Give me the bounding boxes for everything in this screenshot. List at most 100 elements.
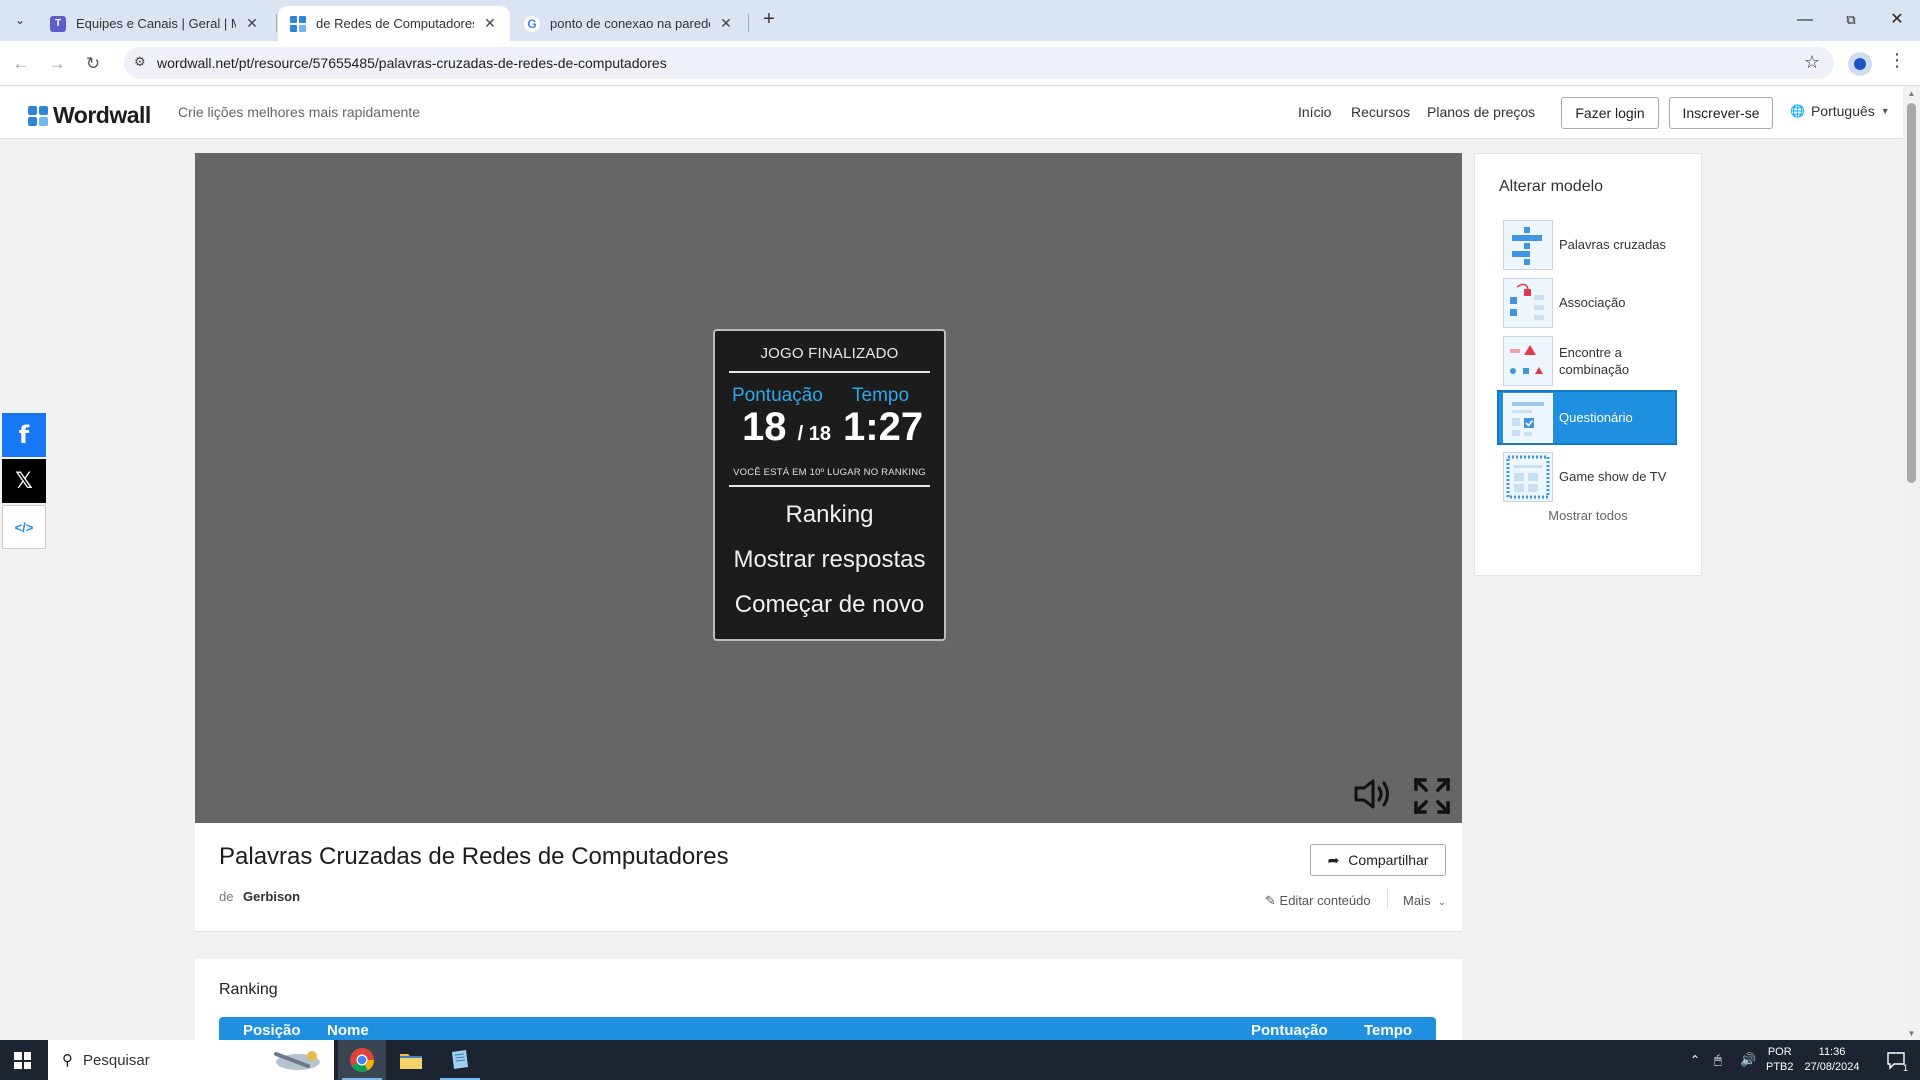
windows-taskbar: ⚲ Pesquisar ⌃ 🖱 🔊 POR PTB2 11:36 27/08/2… bbox=[0, 1040, 1920, 1080]
crossword-icon bbox=[1503, 219, 1553, 270]
page-scrollbar[interactable]: ▲ ▼ bbox=[1903, 87, 1920, 1040]
taskbar-file-explorer[interactable] bbox=[387, 1040, 435, 1080]
share-button[interactable]: ➦ Compartilhar bbox=[1310, 844, 1446, 876]
by-label: de bbox=[219, 889, 234, 904]
facebook-share-icon[interactable]: f bbox=[2, 413, 46, 457]
bookmark-star-icon[interactable]: ☆ bbox=[1804, 52, 1820, 73]
show-answers-button[interactable]: Mostrar respostas bbox=[715, 546, 944, 574]
notification-center-icon[interactable]: 1 bbox=[1878, 1040, 1914, 1080]
network-icon[interactable]: 🖱 bbox=[1714, 1040, 1722, 1080]
ranking-button[interactable]: Ranking bbox=[715, 501, 944, 529]
new-tab-plus-icon[interactable]: + bbox=[758, 9, 780, 31]
globe-icon: 🌐 bbox=[1790, 104, 1805, 118]
ranking-card: Ranking Posição Nome Pontuação Tempo bbox=[195, 959, 1462, 1040]
taskbar-app[interactable] bbox=[436, 1040, 484, 1080]
close-window-icon[interactable]: ✕ bbox=[1874, 8, 1920, 32]
template-quiz[interactable]: Questionário bbox=[1497, 390, 1677, 445]
tab-separator bbox=[276, 14, 277, 32]
scroll-up-arrow-icon[interactable]: ▲ bbox=[1903, 89, 1920, 98]
col-score: Pontuação bbox=[1251, 1022, 1328, 1039]
forward-arrow-icon[interactable]: → bbox=[44, 51, 70, 77]
browser-toolbar: ← → ↻ ⚙ wordwall.net/pt/resource/5765548… bbox=[0, 41, 1920, 86]
profile-avatar-icon[interactable] bbox=[1848, 52, 1872, 76]
tab-close-icon[interactable]: ✕ bbox=[482, 15, 498, 32]
search-icon: ⚲ bbox=[62, 1052, 73, 1069]
divider bbox=[1387, 889, 1388, 909]
game-result-panel: JOGO FINALIZADO Pontuação Tempo 18 / 18 … bbox=[713, 329, 946, 641]
find-the-match-icon bbox=[1503, 335, 1553, 386]
language-selector[interactable]: 🌐 Português ▼ bbox=[1790, 103, 1890, 119]
template-panel-title: Alterar modelo bbox=[1499, 178, 1604, 195]
windows-start-icon[interactable] bbox=[14, 1052, 31, 1069]
search-highlight-image bbox=[274, 1051, 320, 1070]
template-label: Palavras cruzadas bbox=[1559, 237, 1666, 252]
activity-title: Palavras Cruzadas de Redes de Computador… bbox=[219, 843, 729, 870]
system-clock[interactable]: 11:36 27/08/2024 bbox=[1800, 1040, 1864, 1080]
tab-teams[interactable]: T Equipes e Canais | Geral | Micro ✕ bbox=[38, 6, 272, 41]
scroll-down-arrow-icon[interactable]: ▼ bbox=[1903, 1029, 1920, 1038]
edit-content-button[interactable]: ✎ Editar conteúdo bbox=[1265, 893, 1371, 909]
taskbar-search-box[interactable]: ⚲ Pesquisar bbox=[48, 1040, 334, 1080]
reload-icon[interactable]: ↻ bbox=[80, 51, 106, 77]
ranking-table-header: Posição Nome Pontuação Tempo bbox=[219, 1017, 1436, 1040]
folder-icon bbox=[400, 1054, 422, 1069]
wordwall-logo[interactable]: Wordwall bbox=[28, 102, 151, 129]
x-share-icon[interactable]: 𝕏 bbox=[2, 459, 46, 503]
address-bar[interactable]: ⚙ wordwall.net/pt/resource/57655485/pala… bbox=[124, 47, 1834, 79]
clock-time: 11:36 bbox=[1818, 1046, 1846, 1058]
nav-recursos[interactable]: Recursos bbox=[1351, 104, 1410, 120]
tab-separator bbox=[748, 14, 749, 32]
back-arrow-icon[interactable]: ← bbox=[8, 51, 34, 77]
match-up-icon bbox=[1503, 277, 1553, 328]
language-label: Português bbox=[1810, 103, 1875, 119]
tab-google[interactable]: G ponto de conexao na parede ou ✕ bbox=[512, 6, 746, 41]
tab-close-icon[interactable]: ✕ bbox=[718, 15, 734, 32]
nav-inicio[interactable]: Início bbox=[1298, 104, 1331, 120]
restart-button[interactable]: Começar de novo bbox=[715, 591, 944, 619]
minimize-icon[interactable]: — bbox=[1782, 8, 1828, 32]
col-position: Posição bbox=[243, 1022, 301, 1039]
teams-icon: T bbox=[50, 15, 66, 32]
divider bbox=[729, 371, 930, 373]
caret-down-icon: ▼ bbox=[1880, 106, 1890, 116]
template-gameshow[interactable]: Game show de TV bbox=[1499, 449, 1679, 504]
clock-date: 27/08/2024 bbox=[1804, 1061, 1860, 1073]
show-all-templates-link[interactable]: Mostrar todos bbox=[1475, 508, 1701, 523]
game-area[interactable]: JOGO FINALIZADO Pontuação Tempo 18 / 18 … bbox=[195, 153, 1462, 823]
signup-button[interactable]: Inscrever-se bbox=[1669, 97, 1773, 129]
pencil-icon: ✎ bbox=[1265, 893, 1276, 908]
template-match-up[interactable]: Associação bbox=[1499, 275, 1679, 330]
login-button[interactable]: Fazer login bbox=[1561, 97, 1659, 129]
taskbar-chrome[interactable] bbox=[338, 1040, 386, 1080]
tab-search-chevron-icon[interactable]: ⌄ bbox=[10, 10, 30, 30]
template-crossword[interactable]: Palavras cruzadas bbox=[1499, 217, 1679, 272]
site-info-icon[interactable]: ⚙ bbox=[134, 54, 146, 70]
time-value: 1:27 bbox=[843, 405, 924, 449]
tab-close-icon[interactable]: ✕ bbox=[244, 15, 260, 32]
author-link[interactable]: Gerbison bbox=[243, 889, 300, 904]
template-find-the-match[interactable]: Encontre a combinação bbox=[1499, 333, 1679, 388]
input-language-indicator[interactable]: POR PTB2 bbox=[1766, 1040, 1794, 1080]
sound-on-icon[interactable] bbox=[1353, 777, 1393, 811]
browser-menu-icon[interactable]: ⋮ bbox=[1888, 50, 1906, 71]
ranking-title: Ranking bbox=[219, 981, 278, 998]
scrollbar-thumb[interactable] bbox=[1907, 103, 1916, 483]
tab-wordwall[interactable]: de Redes de Computadores - P ✕ bbox=[278, 6, 510, 41]
score-total: / 18 bbox=[797, 423, 831, 445]
url-text[interactable]: wordwall.net/pt/resource/57655485/palavr… bbox=[157, 55, 667, 71]
restore-icon[interactable]: ⧉ bbox=[1828, 8, 1874, 32]
fullscreen-icon[interactable] bbox=[1413, 777, 1451, 815]
share-label: Compartilhar bbox=[1348, 852, 1429, 868]
more-label: Mais bbox=[1403, 893, 1431, 908]
nav-planos[interactable]: Planos de preços bbox=[1427, 104, 1535, 120]
change-template-panel: Alterar modelo Palavras cruzadas Associa… bbox=[1474, 153, 1702, 576]
volume-icon[interactable]: 🔊 bbox=[1740, 1040, 1756, 1080]
tray-overflow-chevron-icon[interactable]: ⌃ bbox=[1690, 1040, 1700, 1080]
more-menu-button[interactable]: Mais ⌄ bbox=[1403, 893, 1446, 908]
time-label: Tempo bbox=[852, 385, 910, 406]
embed-code-icon[interactable]: </> bbox=[2, 505, 46, 549]
tab-title: ponto de conexao na parede ou bbox=[550, 16, 710, 31]
keyboard-layout: PTB2 bbox=[1766, 1061, 1794, 1073]
score-value: 18 / 18 bbox=[742, 405, 831, 449]
site-header: Wordwall Crie lições melhores mais rapid… bbox=[0, 87, 1903, 139]
